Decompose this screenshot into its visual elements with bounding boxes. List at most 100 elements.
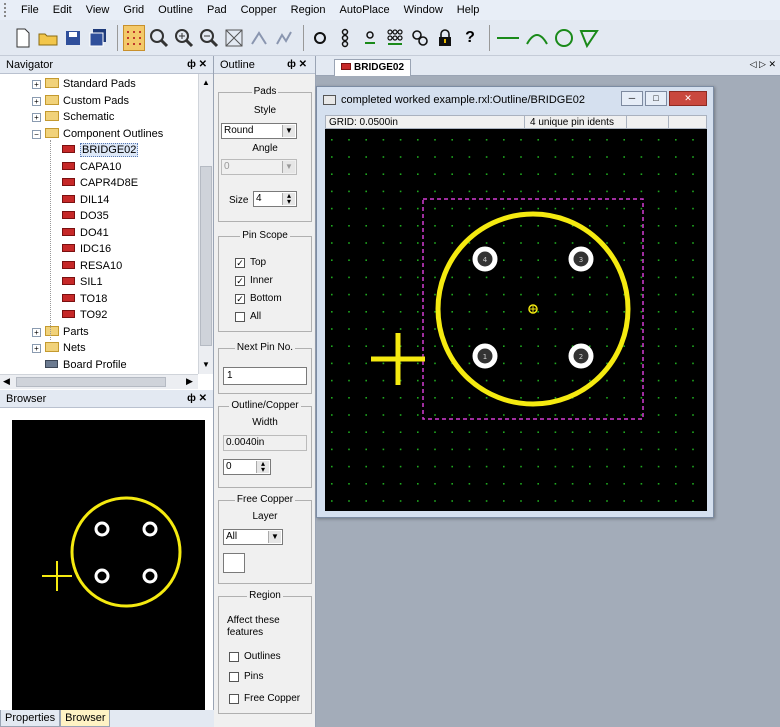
expand-icon[interactable]: +: [32, 327, 41, 337]
grid-dot: [503, 190, 505, 193]
redo-icon[interactable]: [273, 25, 295, 51]
menu-edit[interactable]: Edit: [46, 0, 79, 20]
polygon-icon[interactable]: [578, 25, 600, 51]
grid-dot: [485, 207, 488, 210]
tree-item-capa10[interactable]: CAPA10: [62, 159, 121, 175]
pin-scope-inner-checkbox[interactable]: ✓ Inner: [235, 275, 273, 286]
spinner-arrows-icon[interactable]: ▴ ▾: [256, 460, 269, 474]
undo-icon[interactable]: [248, 25, 270, 51]
menu-bar: File Edit View Grid Outline Pad Copper R…: [0, 0, 780, 20]
layer-select[interactable]: All ▼: [223, 529, 283, 545]
tree-item-board-profile[interactable]: Board Profile: [32, 357, 127, 373]
pad-row-icon[interactable]: [359, 25, 381, 51]
net-icon[interactable]: [409, 25, 431, 51]
collapse-icon[interactable]: −: [32, 129, 41, 139]
pad-array-icon[interactable]: [384, 25, 406, 51]
menu-window[interactable]: Window: [397, 0, 450, 20]
tree-item-dil14[interactable]: DIL14: [62, 192, 109, 208]
grid-dot: [520, 345, 522, 347]
maximize-button[interactable]: □: [645, 91, 667, 106]
navigator-horizontal-scrollbar[interactable]: ◀ ▶: [0, 374, 198, 389]
size-spinner[interactable]: 4 ▴ ▾: [253, 191, 297, 207]
menu-help[interactable]: Help: [450, 0, 487, 20]
lock-icon[interactable]: [434, 25, 456, 51]
tree-item-schematic[interactable]: + Schematic: [32, 109, 114, 125]
document-tab-bridge02[interactable]: BRIDGE02: [334, 59, 412, 76]
tree-item-do35[interactable]: DO35: [62, 208, 109, 224]
grid-dot: [365, 414, 367, 416]
tree-item-custom-pads[interactable]: + Custom Pads: [32, 93, 129, 109]
zoom-fit-icon[interactable]: [223, 25, 245, 51]
arc-icon[interactable]: [524, 25, 550, 51]
browser-pin-close-controls[interactable]: ф ✕: [187, 390, 207, 408]
save-icon[interactable]: [62, 25, 84, 51]
outline-canvas[interactable]: 1 2 3 4: [325, 129, 707, 511]
region-free-copper-checkbox[interactable]: Free Copper: [229, 693, 300, 704]
save-all-icon[interactable]: [87, 25, 109, 51]
tree-item-resa10[interactable]: RESA10: [62, 258, 122, 274]
tree-item-standard-pads[interactable]: + Standard Pads: [32, 76, 136, 92]
pad-column-icon[interactable]: [334, 25, 356, 51]
tab-browser[interactable]: Browser: [60, 710, 111, 727]
pin-scope-bottom-checkbox[interactable]: ✓ Bottom: [235, 293, 282, 304]
layer-select-value: All: [226, 531, 238, 542]
tree-item-bridge02[interactable]: BRIDGE02: [62, 142, 139, 158]
spinner-arrows-icon[interactable]: ▴ ▾: [282, 192, 295, 206]
circle-icon[interactable]: [553, 25, 575, 51]
tree-item-sil1[interactable]: SIL1: [62, 274, 103, 290]
region-pins-checkbox[interactable]: Pins: [229, 671, 263, 682]
help-icon[interactable]: ?: [459, 25, 481, 51]
width-spinner[interactable]: 0 ▴ ▾: [223, 459, 271, 475]
expand-icon[interactable]: +: [32, 96, 41, 106]
grid-toggle-icon[interactable]: [123, 24, 145, 51]
menu-file[interactable]: File: [14, 0, 46, 20]
tree-item-parts[interactable]: + Parts: [32, 324, 89, 340]
tab-properties[interactable]: Properties: [0, 710, 61, 727]
grid-dot: [331, 173, 333, 175]
pin-scope-all-checkbox[interactable]: All: [235, 311, 261, 322]
grid-dot: [554, 190, 557, 193]
open-folder-icon[interactable]: [37, 25, 59, 51]
select-mode-icon[interactable]: [148, 25, 170, 51]
close-button[interactable]: ✕: [669, 91, 707, 106]
tree-item-idc16[interactable]: IDC16: [62, 241, 111, 257]
outline-pin-close-controls[interactable]: ф ✕: [287, 56, 307, 74]
width-value: 0.0040in: [223, 435, 307, 451]
menu-pad[interactable]: Pad: [200, 0, 234, 20]
tree-item-do41[interactable]: DO41: [62, 225, 109, 241]
menu-region[interactable]: Region: [284, 0, 333, 20]
minimize-button[interactable]: ─: [621, 91, 643, 106]
tree-item-component-outlines[interactable]: − Component Outlines: [32, 126, 163, 142]
grid-dot: [434, 276, 436, 279]
menu-copper[interactable]: Copper: [234, 0, 284, 20]
expand-icon[interactable]: +: [32, 113, 41, 122]
zoom-out-icon[interactable]: [198, 25, 220, 51]
region-outlines-checkbox[interactable]: Outlines: [229, 651, 281, 662]
pad-icon[interactable]: [309, 25, 331, 51]
outline-canvas-svg[interactable]: 1 2 3 4: [325, 129, 707, 511]
tree-item-nets[interactable]: + Nets: [32, 340, 86, 356]
tree-item-to18[interactable]: TO18: [62, 291, 107, 307]
color-swatch[interactable]: [223, 553, 245, 573]
menu-grid[interactable]: Grid: [116, 0, 151, 20]
pin-scope-top-checkbox[interactable]: ✓ Top: [235, 257, 266, 268]
zoom-in-icon[interactable]: [173, 25, 195, 51]
grid-dot: [640, 173, 643, 175]
menu-view[interactable]: View: [79, 0, 117, 20]
navigator-pin-close-controls[interactable]: ф ✕: [187, 56, 207, 74]
tab-navigation-controls[interactable]: ◁ ▷ ✕: [750, 59, 776, 70]
tree-item-capr4d8e[interactable]: CAPR4D8E: [62, 175, 138, 191]
navigator-vertical-scrollbar[interactable]: ▲ ▼: [198, 74, 213, 374]
tree-item-to92[interactable]: TO92: [62, 307, 107, 323]
next-pin-input[interactable]: 1: [223, 367, 307, 385]
expand-icon[interactable]: +: [32, 344, 41, 353]
preview-origin-cross: [42, 561, 72, 591]
expand-icon[interactable]: +: [32, 80, 41, 89]
menu-autoplace[interactable]: AutoPlace: [333, 0, 397, 20]
style-select[interactable]: Round ▼: [221, 123, 297, 139]
grid-dot: [382, 397, 385, 399]
menu-outline[interactable]: Outline: [151, 0, 200, 20]
line-icon[interactable]: [495, 25, 521, 51]
new-file-icon[interactable]: [12, 25, 34, 51]
grid-dot: [503, 431, 505, 433]
